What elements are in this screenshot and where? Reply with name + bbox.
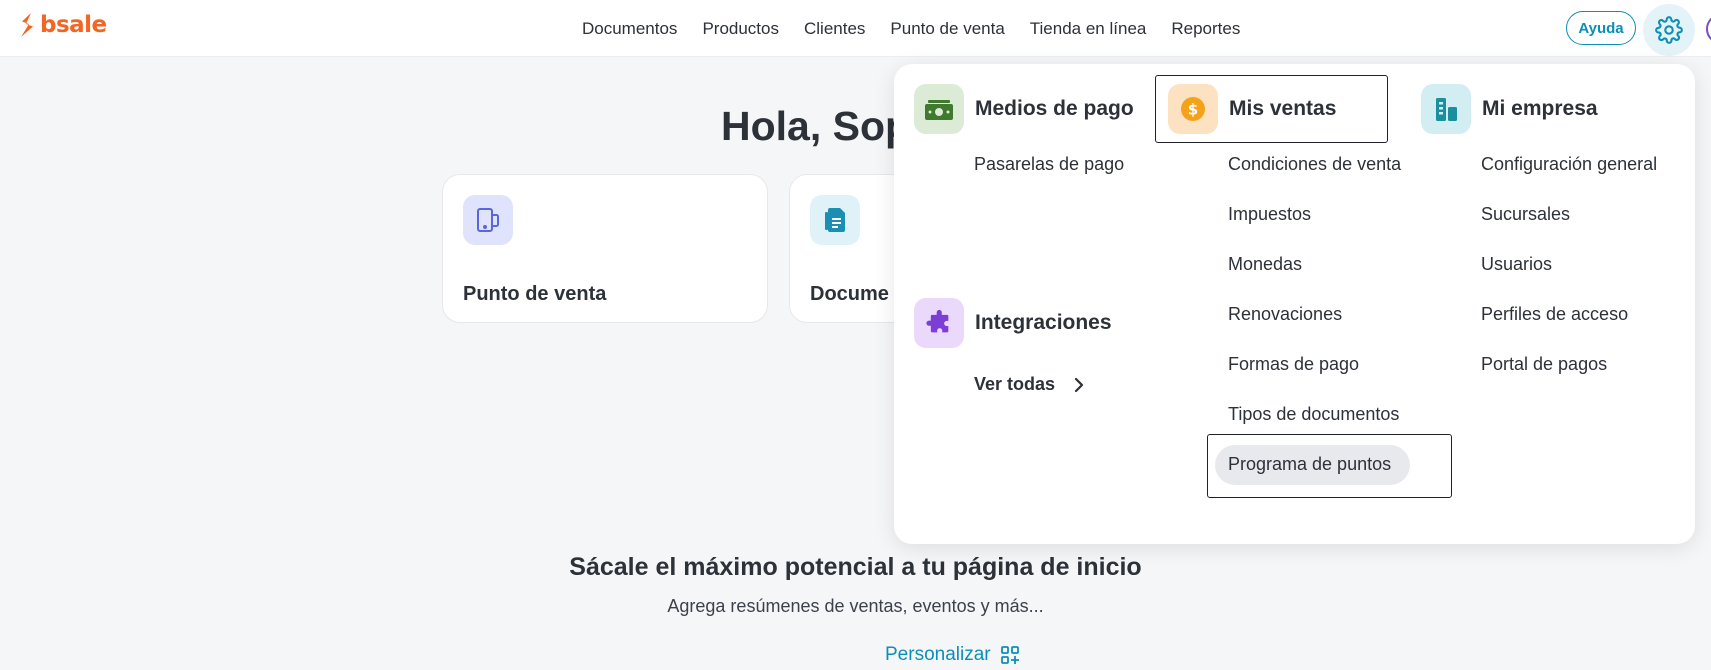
- menu-item-perfiles-de-acceso[interactable]: Perfiles de acceso: [1481, 304, 1628, 325]
- document-icon: [825, 208, 845, 232]
- promo-subtitle: Agrega resúmenes de ventas, eventos y má…: [667, 596, 1044, 616]
- section-header-medios-de-pago: Medios de pago: [914, 84, 1134, 134]
- menu-item-condiciones-de-venta[interactable]: Condiciones de venta: [1228, 154, 1401, 175]
- user-avatar[interactable]: [1706, 14, 1711, 44]
- menu-item-impuestos[interactable]: Impuestos: [1228, 204, 1311, 225]
- menu-item-monedas[interactable]: Monedas: [1228, 254, 1302, 275]
- card-title: Docume: [810, 283, 889, 305]
- menu-item-usuarios[interactable]: Usuarios: [1481, 254, 1552, 275]
- menu-item-programa-de-puntos[interactable]: Programa de puntos: [1228, 454, 1391, 475]
- widgets-add-icon: [1000, 646, 1019, 664]
- menu-item-formas-de-pago[interactable]: Formas de pago: [1228, 354, 1359, 375]
- top-navigation-bar: bsale Documentos Productos Clientes Punt…: [0, 0, 1711, 57]
- customize-label: Personalizar: [885, 644, 991, 665]
- bsale-logo[interactable]: bsale: [18, 12, 107, 38]
- tablet-icon: [477, 208, 499, 232]
- section-icon-container: [1421, 84, 1471, 134]
- coin-icon: $: [1181, 97, 1205, 121]
- nav-item-clientes[interactable]: Clientes: [804, 19, 865, 39]
- card-title: Punto de venta: [463, 283, 607, 305]
- section-icon-container: [914, 298, 964, 348]
- section-title: Medios de pago: [975, 97, 1134, 120]
- section-icon-container: $: [1168, 84, 1218, 134]
- help-button[interactable]: Ayuda: [1566, 11, 1636, 45]
- section-header-integraciones: Integraciones: [914, 298, 1112, 348]
- view-all-integrations-link[interactable]: Ver todas: [974, 374, 1085, 395]
- section-header-mi-empresa: Mi empresa: [1421, 84, 1598, 134]
- logo-text: bsale: [40, 12, 107, 38]
- main-nav: Documentos Productos Clientes Punto de v…: [582, 0, 1240, 57]
- view-all-label: Ver todas: [974, 374, 1056, 394]
- nav-item-tienda-en-linea[interactable]: Tienda en línea: [1030, 19, 1147, 39]
- shortcut-card-punto-de-venta[interactable]: Punto de venta: [442, 174, 768, 323]
- chevron-right-icon: [1074, 377, 1084, 392]
- building-icon: [1436, 98, 1457, 121]
- section-title: Integraciones: [975, 311, 1112, 334]
- menu-item-portal-de-pagos[interactable]: Portal de pagos: [1481, 354, 1607, 375]
- bsale-logo-icon: [21, 13, 33, 37]
- settings-dropdown-panel: Medios de pago Pasarelas de pago Integra…: [894, 64, 1695, 544]
- money-icon: [925, 100, 953, 120]
- menu-item-renovaciones[interactable]: Renovaciones: [1228, 304, 1342, 325]
- customize-link[interactable]: Personalizar: [885, 644, 1019, 666]
- section-icon-container: [914, 84, 964, 134]
- greeting-title: Hola, Sop: [721, 103, 911, 149]
- puzzle-icon: [926, 309, 949, 333]
- card-icon-container: [463, 195, 513, 245]
- svg-text:$: $: [1188, 101, 1198, 119]
- settings-button[interactable]: [1643, 4, 1695, 56]
- section-title: Mis ventas: [1229, 97, 1337, 120]
- nav-item-punto-de-venta[interactable]: Punto de venta: [890, 19, 1004, 39]
- promo-title: Sácale el máximo potencial a tu página d…: [569, 553, 1142, 581]
- menu-item-tipos-de-documentos[interactable]: Tipos de documentos: [1228, 404, 1399, 425]
- menu-item-pasarelas-de-pago[interactable]: Pasarelas de pago: [974, 154, 1124, 175]
- menu-item-sucursales[interactable]: Sucursales: [1481, 204, 1570, 225]
- section-header-mis-ventas: $ Mis ventas: [1168, 84, 1336, 134]
- nav-item-productos[interactable]: Productos: [702, 19, 779, 39]
- card-icon-container: [810, 195, 860, 245]
- nav-item-documentos[interactable]: Documentos: [582, 19, 677, 39]
- nav-item-reportes[interactable]: Reportes: [1171, 19, 1240, 39]
- gear-icon: [1655, 16, 1683, 44]
- section-title: Mi empresa: [1482, 97, 1598, 120]
- menu-item-configuracion-general[interactable]: Configuración general: [1481, 154, 1657, 175]
